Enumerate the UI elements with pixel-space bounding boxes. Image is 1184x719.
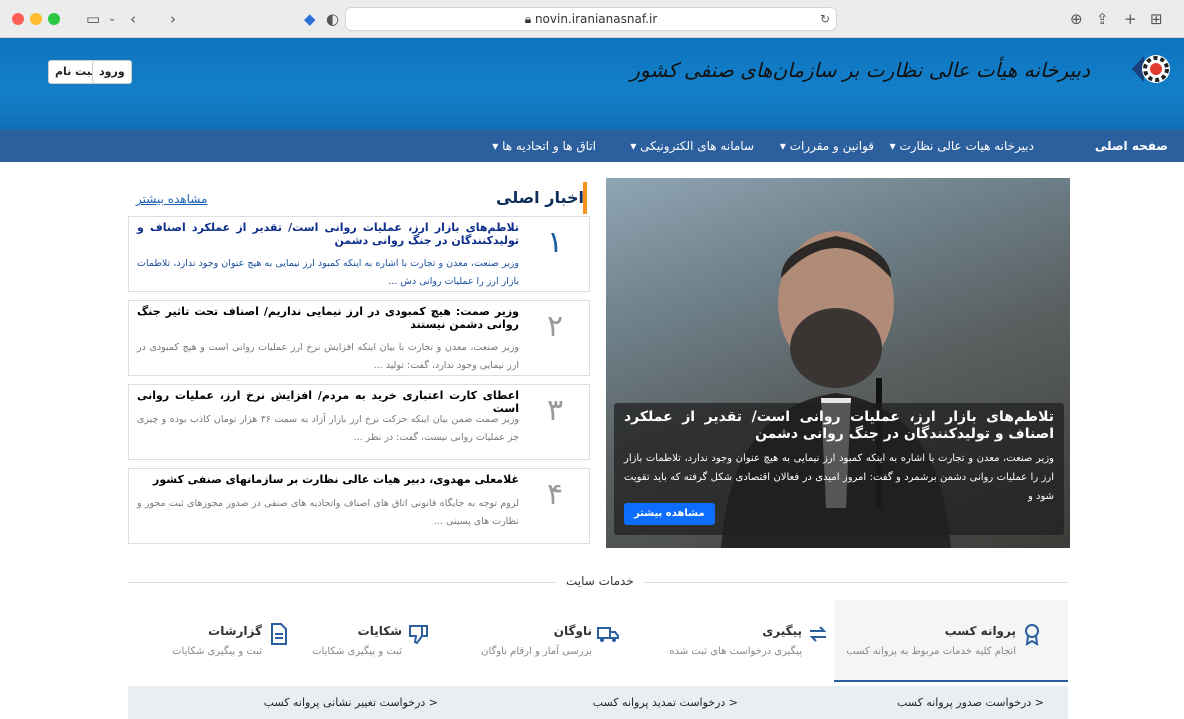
see-more-link[interactable]: مشاهده بیشتر: [136, 192, 207, 206]
news-desc: وزیر صمت ضمن بیان اینکه حرکت نرخ ارز باز…: [137, 414, 519, 443]
sublink-renew-license[interactable]: < درخواست تمدید پروانه کسب: [593, 686, 738, 719]
hero-slide[interactable]: تلاطم‌های بازار ارز، عملیات روانی است/ ت…: [606, 178, 1070, 548]
lock-icon: 🔒︎: [524, 12, 532, 26]
nav-laws[interactable]: قوانین و مقررات ▾: [780, 130, 874, 162]
news-desc: وزیر صنعت، معدن و تجارت با بیان اینکه اف…: [137, 342, 519, 371]
hero-more-button[interactable]: مشاهده بیشتر: [624, 503, 715, 525]
news-number: ۲: [546, 309, 564, 344]
document-icon: [271, 623, 287, 645]
tab-overview-icon[interactable]: ⊞: [1150, 9, 1163, 29]
news-number: ۴: [546, 477, 564, 512]
nav-electronic-systems[interactable]: سامانه های الکترونیکی ▾: [630, 130, 754, 162]
nav-secretariat[interactable]: دبیرخانه هیات عالی نظارت ▾: [890, 130, 1034, 162]
layers-extension-icon[interactable]: ◆: [304, 9, 316, 29]
share-icon[interactable]: ⇪: [1096, 9, 1109, 29]
service-title: شکایات: [357, 624, 402, 638]
service-desc: بررسی آمار و ارقام ناوگان: [481, 646, 592, 657]
news-item[interactable]: ۱ تلاطم‌های بازار ارز، عملیات روانی است/…: [128, 216, 590, 292]
url-text: novin.iranianasnaf.ir: [534, 12, 658, 26]
logo-icon: [1132, 55, 1170, 83]
news-item[interactable]: ۳ اعطای کارت اعتباری خرید به مردم/ افزای…: [128, 384, 590, 460]
news-number: ۱: [546, 225, 564, 260]
service-title: گزارشات: [208, 624, 262, 638]
hero-title[interactable]: تلاطم‌های بازار ارز، عملیات روانی است/ ت…: [624, 409, 1054, 443]
service-desc: انجام کلیه خدمات مربوط به پروانه کسب: [846, 646, 1016, 657]
news-title[interactable]: وزیر صمت: هیچ کمبودی در ارز نیمایی نداری…: [137, 305, 519, 331]
minimize-window-button[interactable]: [30, 13, 42, 25]
sublink-change-address[interactable]: < درخواست تغییر نشانی پروانه کسب: [264, 686, 438, 719]
login-button[interactable]: ورود: [92, 60, 132, 84]
hero-desc: وزیر صنعت، معدن و تجارت با اشاره به اینک…: [624, 453, 1054, 502]
hero-caption: تلاطم‌های بازار ارز، عملیات روانی است/ ت…: [614, 403, 1064, 535]
news-number: ۳: [546, 393, 564, 428]
truck-icon: [597, 627, 619, 642]
service-title: پیگیری: [762, 624, 802, 638]
nav-chambers-unions[interactable]: اتاق ها و اتحادیه ها ▾: [492, 130, 596, 162]
service-sublinks: < درخواست صدور پروانه کسب < درخواست تمدی…: [128, 686, 1068, 719]
service-fleet[interactable]: ناوگان بررسی آمار و ارقام ناوگان: [440, 614, 630, 684]
nav-home[interactable]: صفحه اصلی: [1095, 130, 1168, 162]
shield-icon[interactable]: ◐: [326, 9, 339, 29]
badge-icon: [1025, 624, 1039, 646]
forward-icon[interactable]: ›: [170, 9, 176, 29]
maximize-window-button[interactable]: [48, 13, 60, 25]
brand-title: دبیرخانه هیأت عالی نظارت بر سازمان‌های ص…: [630, 58, 1090, 82]
close-window-button[interactable]: [12, 13, 24, 25]
site-header: ثبت نام ورود دبیرخانه هیأت عالی نظارت بر…: [0, 38, 1184, 130]
download-icon[interactable]: ⊕: [1070, 9, 1083, 29]
main-news-title: اخبار اصلی: [496, 188, 584, 207]
thumbs-down-icon: [409, 625, 428, 645]
news-item[interactable]: ۴ غلامعلی مهدوی، دبیر هیات عالی نظارت بر…: [128, 468, 590, 544]
back-icon[interactable]: ‹: [130, 9, 136, 29]
service-desc: ثبت و پیگیری شکایات: [172, 646, 262, 657]
new-tab-icon[interactable]: +: [1124, 9, 1137, 29]
service-title: ناوگان: [553, 624, 592, 638]
news-title[interactable]: غلامعلی مهدوی، دبیر هیات عالی نظارت بر س…: [137, 473, 519, 486]
service-desc: ثبت و پیگیری شکایات: [312, 646, 402, 657]
service-business-license[interactable]: پروانه کسب انجام کلیه خدمات مربوط به پرو…: [846, 614, 1054, 684]
refresh-arrows-icon: [809, 626, 827, 642]
services-title: خدمات سایت: [556, 574, 644, 588]
news-item[interactable]: ۲ وزیر صمت: هیچ کمبودی در ارز نیمایی ندا…: [128, 300, 590, 376]
sublink-issue-license[interactable]: < درخواست صدور پروانه کسب: [897, 686, 1044, 719]
reload-icon[interactable]: ↻: [820, 9, 830, 29]
service-tracking[interactable]: پیگیری پیگیری درخواست های ثبت شده: [650, 614, 840, 684]
news-desc: لزوم توجه به جایگاه قانونی اتاق های اصنا…: [137, 498, 519, 527]
main-nav: صفحه اصلی دبیرخانه هیات عالی نظارت ▾ قوا…: [0, 130, 1184, 162]
news-desc: وزیر صنعت، معدن و تجارت با اشاره به اینک…: [137, 258, 519, 287]
news-title[interactable]: تلاطم‌های بازار ارز، عملیات روانی است/ ت…: [137, 221, 519, 247]
address-bar[interactable]: 🔒︎ novin.iranianasnaf.ir: [345, 7, 837, 31]
service-reports[interactable]: گزارشات ثبت و پیگیری شکایات: [110, 614, 300, 684]
chevron-down-icon[interactable]: ⌄: [108, 9, 116, 29]
browser-toolbar: ▭ ⌄ ‹ › ◆ ◐ 🔒︎ novin.iranianasnaf.ir ↻ ⊕…: [0, 0, 1184, 38]
service-desc: پیگیری درخواست های ثبت شده: [669, 646, 802, 657]
service-title: پروانه کسب: [944, 624, 1016, 638]
sidebar-toggle-icon[interactable]: ▭: [86, 9, 100, 29]
